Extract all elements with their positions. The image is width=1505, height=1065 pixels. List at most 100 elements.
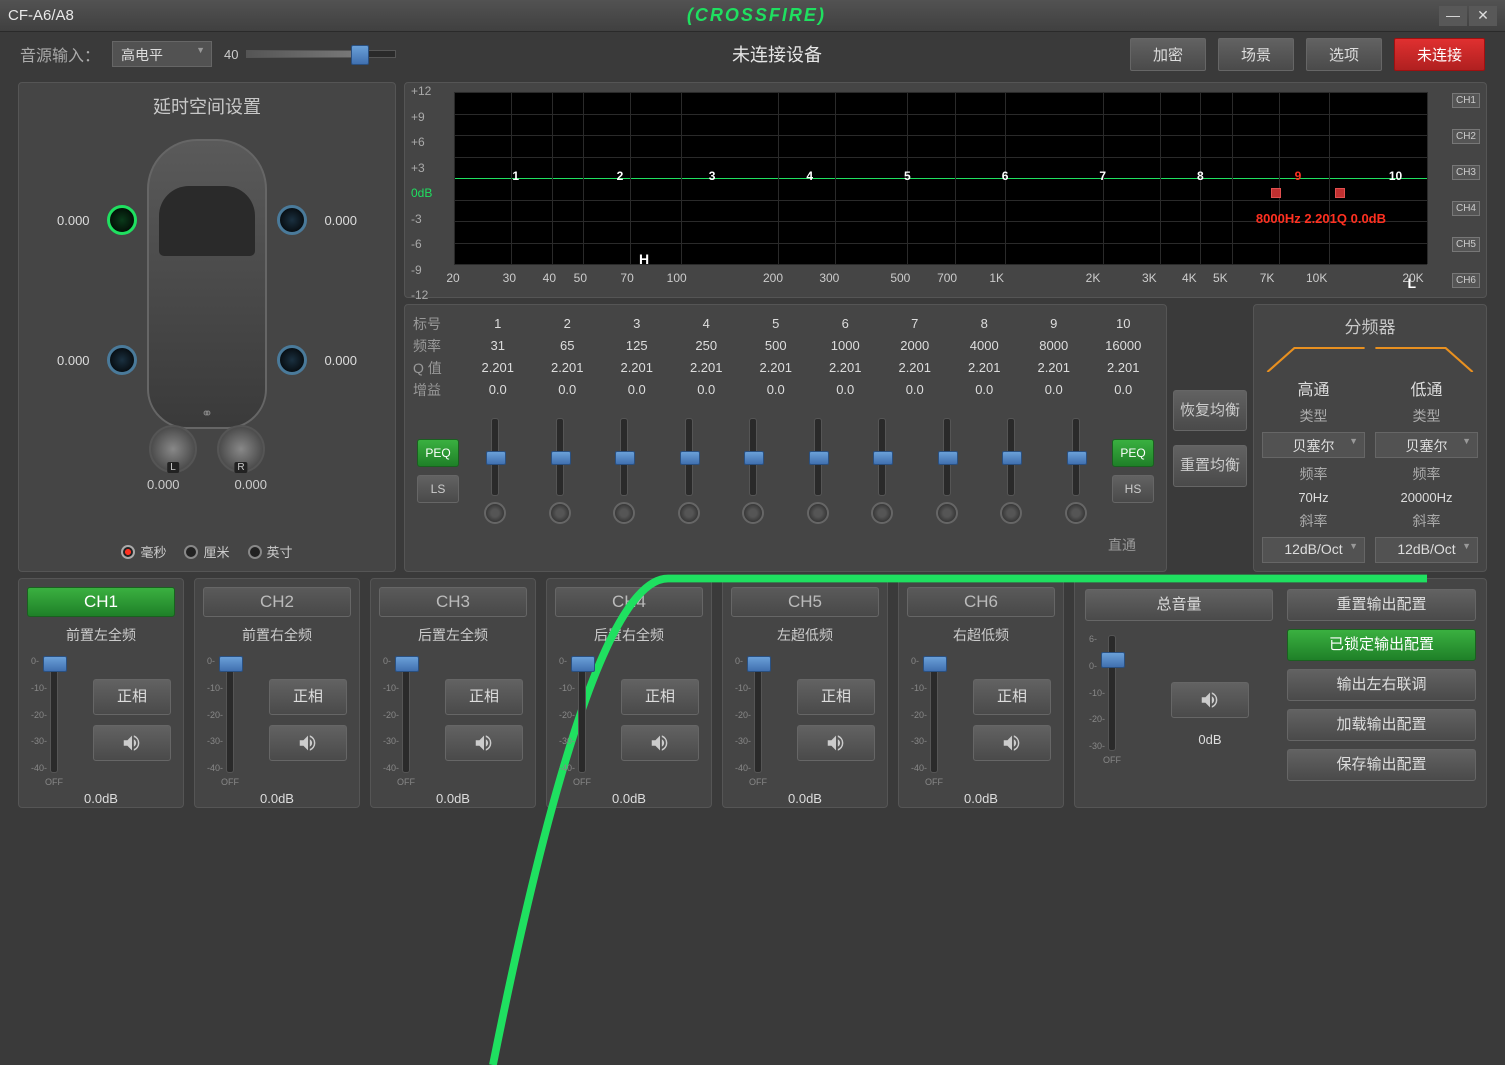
x-tick: 40 [543,271,556,285]
fader-scale: 0--10--20--30--40- [735,657,751,773]
peq-left-button[interactable]: PEQ [417,439,459,467]
eq-ch-label-3[interactable]: CH3 [1452,165,1480,180]
fader-thumb[interactable] [923,656,947,672]
fader-track[interactable] [226,657,234,773]
eq-chart[interactable]: +12+9+6+30dB-3-6-9-12 12345678910 203040… [404,82,1487,298]
eq-ch-label-6[interactable]: CH6 [1452,273,1480,288]
lp-slope-select[interactable]: 12dB/Oct [1375,537,1478,563]
eq-gain-slider[interactable] [749,418,757,496]
hp-slope-select[interactable]: 12dB/Oct [1262,537,1365,563]
eq-point-9[interactable]: 9 [1289,169,1307,187]
fader-track[interactable] [930,657,938,773]
fader-track[interactable] [1108,635,1116,751]
fader-track[interactable] [578,657,586,773]
eq-gain-slider[interactable] [491,418,499,496]
eq-marker[interactable] [1271,188,1281,198]
close-button[interactable]: ✕ [1469,6,1497,26]
fader-thumb[interactable] [1101,652,1125,668]
fader-track[interactable] [402,657,410,773]
lp-type-select[interactable]: 贝塞尔 [1375,432,1478,458]
eq-point-8[interactable]: 8 [1191,169,1209,187]
eq-ch-label-4[interactable]: CH4 [1452,201,1480,216]
delay-rr-value: 0.000 [324,353,357,368]
eq-gain-slider[interactable] [620,418,628,496]
phase-button[interactable]: 正相 [269,679,347,715]
minimize-button[interactable]: — [1439,6,1467,26]
speaker-front-left[interactable] [107,205,137,235]
eq-thumb[interactable] [809,451,829,465]
car-diagram: 0.000 0.000 0.000 0.000 ⚭ 0.000 0.000 [29,127,385,536]
connect-button[interactable]: 未连接 [1394,38,1485,71]
eq-thumb[interactable] [486,451,506,465]
lpf-marker[interactable]: L [1407,275,1416,291]
master-input-volume[interactable]: 40 [224,47,424,62]
eq-thumb[interactable] [938,451,958,465]
eq-thumb[interactable] [1002,451,1022,465]
speaker-front-right[interactable] [277,205,307,235]
eq-point-5[interactable]: 5 [898,169,916,187]
fader-thumb[interactable] [571,656,595,672]
eq-ch-label-2[interactable]: CH2 [1452,129,1480,144]
fader-thumb[interactable] [43,656,67,672]
speaker-rear-left[interactable] [107,345,137,375]
eq-ch-label-5[interactable]: CH5 [1452,237,1480,252]
eq-gain-slider[interactable] [556,418,564,496]
eq-point-2[interactable]: 2 [611,169,629,187]
channel-db-value: 0.0dB [203,791,351,806]
eq-point-10[interactable]: 10 [1387,169,1405,187]
eq-gain-slider[interactable] [1007,418,1015,496]
volume-thumb[interactable] [351,45,369,65]
eq-gain-slider[interactable] [878,418,886,496]
eq-gain-slider[interactable] [685,418,693,496]
eq-thumb[interactable] [680,451,700,465]
options-button[interactable]: 选项 [1306,38,1382,71]
phase-button[interactable]: 正相 [93,679,171,715]
scene-button[interactable]: 场景 [1218,38,1294,71]
eq-point-1[interactable]: 1 [507,169,525,187]
x-tick: 300 [819,271,839,285]
fader-thumb[interactable] [219,656,243,672]
subwoofer-right[interactable] [217,425,265,473]
hp-type-select[interactable]: 贝塞尔 [1262,432,1365,458]
encrypt-button[interactable]: 加密 [1130,38,1206,71]
hpf-marker[interactable]: H [639,251,649,267]
channel-fader: 0--10--20--30--40- OFF [379,653,433,787]
eq-point-6[interactable]: 6 [996,169,1014,187]
eq-point-7[interactable]: 7 [1094,169,1112,187]
mute-button[interactable] [93,725,171,761]
subwoofer-left[interactable] [149,425,197,473]
radio-dot-icon [184,545,198,559]
eq-gain-slider[interactable] [943,418,951,496]
fader-thumb[interactable] [395,656,419,672]
input-source-select[interactable]: 高电平 [112,41,212,67]
eq-gain-slider[interactable] [814,418,822,496]
fader-track[interactable] [50,657,58,773]
eq-thumb[interactable] [615,451,635,465]
unit-cm-radio[interactable]: 厘米 [184,542,229,561]
y-tick: -9 [411,263,422,277]
link-icon[interactable]: ⚭ [201,405,213,422]
channel-select-button[interactable]: CH2 [203,587,351,617]
speaker-rear-right[interactable] [277,345,307,375]
fader-thumb[interactable] [747,656,771,672]
ls-button[interactable]: LS [417,475,459,503]
fader-scale: 0--10--20--30--40- [911,657,927,773]
eq-gain-slider[interactable] [1072,418,1080,496]
unit-ms-radio[interactable]: 毫秒 [121,542,166,561]
eq-point-3[interactable]: 3 [703,169,721,187]
eq-thumb[interactable] [1067,451,1087,465]
crossover-graph [1262,344,1478,372]
eq-ch-label-1[interactable]: CH1 [1452,93,1480,108]
volume-track[interactable] [246,50,396,58]
eq-point-4[interactable]: 4 [801,169,819,187]
fader-track[interactable] [754,657,762,773]
channel-select-button[interactable]: CH1 [27,587,175,617]
x-tick: 4K [1182,271,1197,285]
delay-sub-l-value: 0.000 [147,477,180,492]
mute-button[interactable] [269,725,347,761]
unit-in-radio[interactable]: 英寸 [248,542,293,561]
eq-marker[interactable] [1335,188,1345,198]
eq-thumb[interactable] [551,451,571,465]
eq-thumb[interactable] [744,451,764,465]
eq-thumb[interactable] [873,451,893,465]
